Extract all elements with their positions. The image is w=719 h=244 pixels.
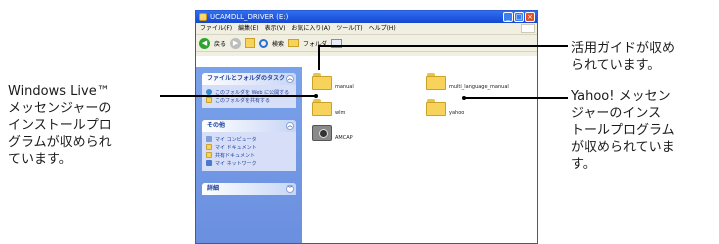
file-tasks-title: ファイルとフォルダのタスク bbox=[207, 75, 286, 82]
place-my-computer[interactable]: マイ コンピュータ bbox=[206, 135, 292, 143]
file-name: multi_language_manual bbox=[449, 84, 509, 90]
folders-icon[interactable] bbox=[288, 39, 300, 47]
menu-favorites[interactable]: お気に入り(A) bbox=[291, 23, 330, 34]
place-label: マイ ドキュメント bbox=[215, 144, 257, 151]
menu-help[interactable]: ヘルプ(H) bbox=[369, 23, 396, 34]
place-label: マイ コンピュータ bbox=[215, 136, 257, 143]
folder-manual[interactable]: manual bbox=[312, 73, 354, 90]
leader-dot-yahoo bbox=[462, 96, 466, 100]
file-name: yahoo bbox=[449, 110, 465, 116]
leader-line-yahoo bbox=[465, 97, 568, 99]
file-name: wlm bbox=[335, 110, 346, 116]
drive-icon bbox=[199, 13, 207, 21]
folder-icon bbox=[426, 73, 446, 90]
maximize-button[interactable]: □ bbox=[514, 12, 524, 22]
leader-dot-wlm bbox=[314, 94, 318, 98]
toolbar: ◀ 戻る ▶ 検索 フォルダ bbox=[196, 35, 537, 52]
place-my-network[interactable]: マイ ネットワーク bbox=[206, 159, 292, 167]
menu-file[interactable]: ファイル(F) bbox=[200, 23, 232, 34]
folder-wlm[interactable]: wlm bbox=[312, 99, 345, 116]
task-share-folder[interactable]: このフォルダを共有する bbox=[206, 96, 292, 104]
window-title: UCAMDLL_DRIVER (E:) bbox=[210, 13, 289, 21]
back-label: 戻る bbox=[214, 40, 227, 48]
menu-tools[interactable]: ツール(T) bbox=[336, 23, 362, 34]
place-label: マイ ネットワーク bbox=[215, 160, 257, 167]
place-label: 共有ドキュメント bbox=[215, 152, 256, 159]
menu-edit[interactable]: 編集(E) bbox=[238, 23, 258, 34]
close-button[interactable]: × bbox=[525, 12, 535, 22]
network-icon bbox=[206, 160, 212, 166]
up-folder-icon[interactable] bbox=[245, 38, 256, 48]
search-label[interactable]: 検索 bbox=[272, 39, 284, 48]
title-bar[interactable]: UCAMDLL_DRIVER (E:) _ □ × bbox=[196, 11, 537, 23]
file-list: manual multi_language_manual wlm yahoo A… bbox=[302, 67, 537, 243]
camera-icon bbox=[312, 125, 332, 141]
task-pane: ファイルとフォルダのタスク ︿ このフォルダを Web に公開する このフォルダ… bbox=[196, 67, 302, 243]
back-button[interactable]: ◀ bbox=[199, 37, 210, 49]
expand-icon[interactable]: ﹀ bbox=[286, 185, 294, 193]
folder-icon bbox=[426, 99, 446, 116]
app-amcap[interactable]: AMCAP bbox=[312, 125, 353, 141]
file-name: AMCAP bbox=[335, 135, 353, 141]
file-tasks-box: ファイルとフォルダのタスク ︿ このフォルダを Web に公開する このフォルダ… bbox=[202, 73, 296, 108]
menu-bar: ファイル(F) 編集(E) 表示(V) お気に入り(A) ツール(T) ヘルプ(… bbox=[196, 23, 537, 35]
folder-yahoo[interactable]: yahoo bbox=[426, 99, 464, 116]
search-icon[interactable] bbox=[259, 38, 269, 48]
callout-manual: 活用ガイドが収め られています。 bbox=[571, 41, 676, 73]
callout-yahoo: Yahoo! メッセン ジャーのインス トールプログラム が収められていま す。 bbox=[571, 89, 675, 172]
file-tasks-header[interactable]: ファイルとフォルダのタスク ︿ bbox=[202, 73, 296, 85]
callout-wlm: Windows Live™ メッセンジャーの インストールプロ グラムが収められ… bbox=[8, 84, 112, 167]
other-places-header[interactable]: その他 ︿ bbox=[202, 120, 296, 132]
leader-line-manual bbox=[318, 45, 568, 47]
folder-icon bbox=[312, 99, 332, 116]
collapse-icon[interactable]: ︿ bbox=[286, 122, 294, 130]
share-folder-icon bbox=[206, 97, 212, 103]
folder-icon bbox=[312, 73, 332, 90]
file-name: manual bbox=[335, 84, 354, 90]
details-title: 詳細 bbox=[207, 185, 220, 192]
computer-icon bbox=[206, 136, 212, 142]
menu-view[interactable]: 表示(V) bbox=[265, 23, 286, 34]
task-label: このフォルダを共有する bbox=[215, 97, 271, 104]
details-box: 詳細 ﹀ bbox=[202, 183, 296, 195]
other-places-title: その他 bbox=[207, 122, 226, 129]
shared-documents-icon bbox=[206, 152, 212, 158]
other-places-box: その他 ︿ マイ コンピュータ マイ ドキュメント 共有ドキュメント マイ ネッ… bbox=[202, 120, 296, 171]
forward-button[interactable]: ▶ bbox=[230, 37, 242, 49]
collapse-icon[interactable]: ︿ bbox=[286, 75, 294, 83]
windows-logo-icon bbox=[521, 24, 535, 33]
leader-line-wlm bbox=[160, 95, 315, 97]
minimize-button[interactable]: _ bbox=[503, 12, 513, 22]
leader-line-manual bbox=[318, 45, 320, 70]
place-shared-documents[interactable]: 共有ドキュメント bbox=[206, 151, 292, 159]
address-bar bbox=[196, 52, 537, 56]
folder-multi-language-manual[interactable]: multi_language_manual bbox=[426, 73, 509, 90]
details-header[interactable]: 詳細 ﹀ bbox=[202, 183, 296, 195]
place-my-documents[interactable]: マイ ドキュメント bbox=[206, 143, 292, 151]
documents-icon bbox=[206, 144, 212, 150]
